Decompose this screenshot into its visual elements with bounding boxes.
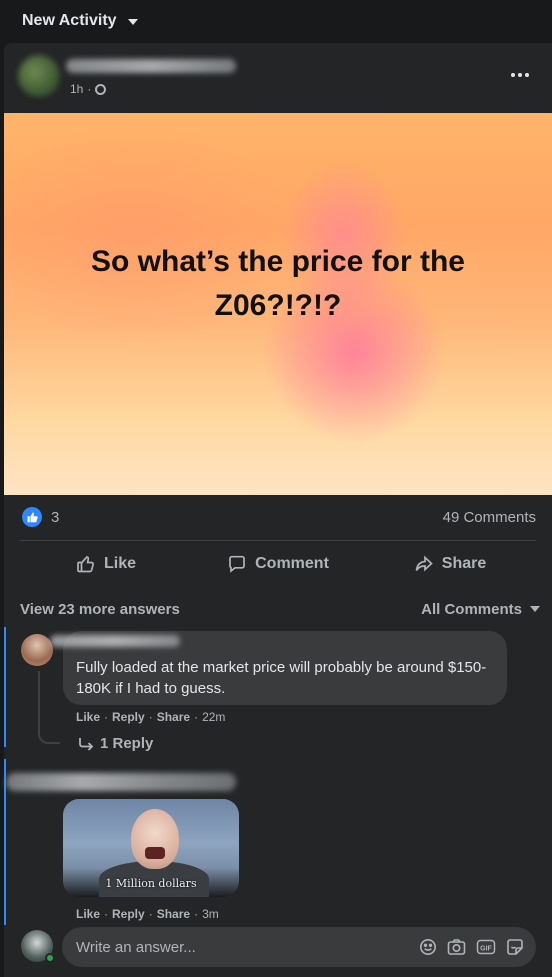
post-header: 1h · — [4, 43, 552, 113]
new-comment-indicator — [4, 627, 6, 747]
comment-like-link[interactable]: Like — [76, 907, 100, 921]
separator-dot: · — [148, 907, 153, 921]
comment-like-link[interactable]: Like — [76, 710, 100, 724]
gif-figure-head — [131, 809, 179, 869]
reaction-count: 3 — [51, 508, 60, 526]
like-label: Like — [103, 555, 136, 572]
comment-button[interactable]: Comment — [192, 543, 364, 585]
commenter-redacted — [6, 773, 236, 791]
post-card: 1h · So what’s the price for the Z06?!?!… — [4, 43, 552, 977]
comment-text: Fully loaded at the market price will pr… — [76, 659, 487, 697]
comments-count-link[interactable]: 49 Comments — [443, 509, 536, 526]
comment-actions: Like · Reply · Share · 22m — [76, 710, 225, 724]
author-avatar[interactable] — [18, 55, 60, 97]
separator-dot: · — [87, 82, 92, 96]
dot-icon — [525, 73, 529, 77]
gif-figure-mouth — [145, 847, 165, 859]
gif-attachment[interactable]: 1 Million dollars — [63, 799, 239, 897]
divider — [20, 540, 536, 541]
thumbs-up-icon — [77, 556, 94, 573]
comment-sort-label: All Comments — [421, 600, 522, 618]
comment-reply-link[interactable]: Reply — [112, 907, 145, 921]
answer-composer: GIF — [62, 927, 536, 967]
composer-tools: GIF — [419, 938, 524, 956]
reply-thread-line — [38, 671, 60, 744]
view-more-answers-link[interactable]: View 23 more answers — [20, 601, 180, 618]
svg-text:GIF: GIF — [480, 946, 492, 953]
view-replies-link[interactable]: 1 Reply — [78, 735, 153, 752]
share-icon — [415, 555, 433, 572]
answer-input[interactable] — [76, 938, 419, 956]
separator-dot: · — [104, 710, 109, 724]
author-name-redacted — [66, 59, 236, 73]
dot-icon — [518, 73, 522, 77]
reply-arrow-icon — [79, 737, 94, 751]
chevron-down-icon[interactable] — [127, 19, 138, 25]
emoji-icon[interactable] — [419, 938, 437, 956]
comment-time[interactable]: 22m — [202, 710, 225, 724]
gif-caption: 1 Million dollars — [105, 877, 197, 890]
online-status-dot — [45, 953, 55, 963]
gif-icon[interactable]: GIF — [476, 938, 496, 956]
separator-dot: · — [194, 907, 199, 921]
like-button[interactable]: Like — [20, 543, 192, 585]
comment-label: Comment — [255, 555, 329, 572]
camera-icon[interactable] — [447, 938, 466, 956]
comment-icon — [229, 555, 245, 573]
share-label: Share — [441, 555, 487, 572]
comment-filter-row: View 23 more answers All Comments — [20, 595, 540, 623]
post-background: So what’s the price for the Z06?!?!? — [4, 113, 552, 495]
like-reaction-icon — [22, 507, 42, 527]
feed-title[interactable]: New Activity — [22, 12, 117, 30]
post-text: So what’s the price for the Z06?!?!? — [91, 245, 465, 322]
comment-reply-link[interactable]: Reply — [112, 710, 145, 724]
globe-icon — [95, 83, 107, 95]
more-options-button[interactable] — [508, 63, 532, 87]
post-time[interactable]: 1h — [70, 82, 83, 96]
comment-actions: Like · Reply · Share · 3m — [76, 907, 219, 921]
dot-icon — [511, 73, 515, 77]
commenter-avatar[interactable] — [21, 634, 53, 666]
top-bar: New Activity — [0, 0, 552, 42]
share-button[interactable]: Share — [364, 543, 536, 585]
reaction-summary[interactable]: 3 — [22, 507, 59, 527]
post-meta: 1h · — [70, 82, 107, 96]
commenter-name-redacted — [50, 635, 180, 647]
separator-dot: · — [194, 710, 199, 724]
sticker-icon[interactable] — [506, 938, 524, 956]
post-actions: Like Comment Share — [20, 543, 536, 585]
separator-dot: · — [148, 710, 153, 724]
chevron-down-icon — [530, 606, 540, 612]
replies-count: 1 Reply — [100, 735, 154, 752]
comment-share-link[interactable]: Share — [157, 907, 190, 921]
reactions-row: 3 49 Comments — [22, 505, 536, 529]
comment-time[interactable]: 3m — [202, 907, 219, 921]
separator-dot: · — [104, 907, 109, 921]
comment-sort-dropdown[interactable]: All Comments — [421, 601, 540, 618]
comment-share-link[interactable]: Share — [157, 710, 190, 724]
